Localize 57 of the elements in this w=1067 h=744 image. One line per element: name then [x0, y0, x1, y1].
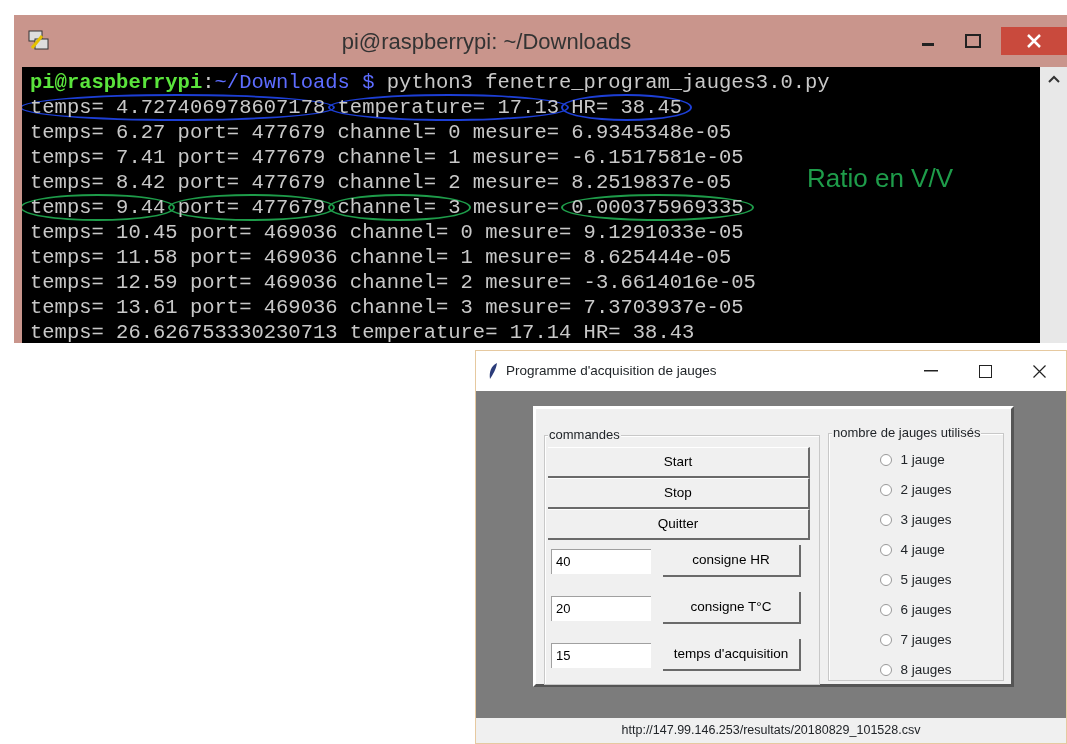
maximize-icon[interactable]	[978, 364, 992, 378]
circled-output: port= 477679	[167, 194, 336, 221]
radio-button[interactable]	[880, 514, 893, 526]
radio-label[interactable]: 5 jauges	[900, 569, 952, 591]
radio-button[interactable]	[880, 604, 893, 616]
radio-label[interactable]: 6 jauges	[900, 599, 952, 621]
prompt-path: ~/Downloads $	[214, 71, 375, 94]
minimize-icon[interactable]	[924, 370, 938, 372]
circled-output: temperature= 17.13	[327, 94, 569, 121]
annotation-text: Ratio en V/V	[807, 162, 953, 195]
terminal-output: python3 fenetre_program_jauges3.0.py	[385, 71, 830, 94]
terminal-output: temps= 12.59 port= 469036 channel= 2 mesure= -3.6614016e-05	[30, 271, 756, 294]
radio-button[interactable]	[880, 574, 893, 586]
prompt-user: pi@raspberrypi	[30, 71, 203, 94]
input-field[interactable]: 20	[551, 595, 651, 621]
radio-button[interactable]	[880, 664, 893, 676]
circled-output: temps= 4.727406978607178	[22, 94, 336, 121]
radio-label[interactable]: 1 jauge	[900, 449, 945, 471]
terminal-output: temps= 13.61 port= 469036 channel= 3 mesure= 7.3703937e-05	[30, 296, 744, 319]
radio-button[interactable]	[880, 484, 893, 496]
radio-label[interactable]: 2 jauges	[900, 479, 952, 501]
circled-output: 0.000375969335	[561, 194, 754, 221]
circled-output: temps= 9.44	[22, 194, 176, 221]
radio-button[interactable]	[880, 454, 893, 466]
circled-output: channel= 3	[327, 194, 471, 221]
group-label: nombre de jauges utilisés	[832, 425, 982, 441]
setting-button[interactable]: temps d'acquisition	[663, 639, 801, 671]
command-button[interactable]: Quitter	[548, 509, 810, 540]
terminal-output: temps= 10.45 port= 469036 channel= 0 mesure= 9.1291033e-05	[30, 221, 744, 244]
scroll-up-icon[interactable]	[1047, 75, 1060, 83]
window-title: Programme d'acquisition de jauges	[506, 361, 718, 380]
feather-icon	[488, 362, 498, 380]
input-field[interactable]: 40	[551, 548, 651, 574]
setting-button[interactable]: consigne T°C	[663, 592, 801, 624]
radio-button[interactable]	[880, 634, 893, 646]
terminal-output: temps= 8.42 port= 477679 channel= 2 mesure= 8.2519837e-05	[30, 171, 732, 194]
terminal-output: :	[202, 71, 215, 94]
command-button[interactable]: Stop	[548, 478, 810, 509]
terminal-output: temps= 7.41 port= 477679 channel= 1 mesure= -6.1517581e-05	[30, 146, 744, 169]
radio-label[interactable]: 3 jauges	[900, 509, 952, 531]
close-icon[interactable]	[1032, 364, 1046, 378]
setting-button[interactable]: consigne HR	[663, 545, 801, 577]
radio-label[interactable]: 8 jauges	[900, 659, 952, 681]
scrollbar[interactable]	[1040, 67, 1067, 343]
terminal-output: temps= 26.626753330230713 temperature= 17.14 HR= 38.43	[30, 321, 695, 343]
terminal-output: temps= 6.27 port= 477679 channel= 0 mesure= 6.9345348e-05	[30, 121, 732, 144]
terminal-output: temps= 11.58 port= 469036 channel= 1 mesure= 8.625444e-05	[30, 246, 732, 269]
circled-output: HR= 38.45	[561, 94, 692, 121]
radio-label[interactable]: 4 jauge	[900, 539, 945, 561]
terminal-output: mesure=	[471, 196, 560, 219]
radio-label[interactable]: 7 jauges	[900, 629, 952, 651]
radio-button[interactable]	[880, 544, 893, 556]
command-button[interactable]: Start	[548, 447, 810, 478]
maximize-icon[interactable]	[965, 34, 981, 48]
status-bar: http://147.99.146.253/resultats/20180829_101528.csv	[476, 718, 1066, 743]
window-title: pi@raspberrypi: ~/Downloads	[340, 27, 633, 56]
input-field[interactable]: 15	[551, 642, 651, 668]
